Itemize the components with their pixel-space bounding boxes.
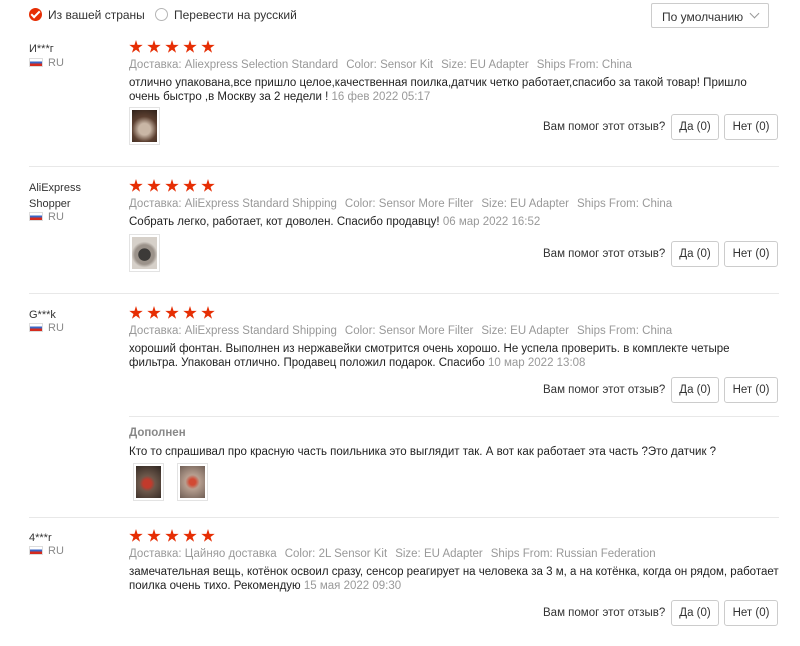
- rating-stars: [129, 306, 219, 320]
- review-meta: Доставка: AliExpress Standard Shipping Co…: [129, 325, 680, 337]
- helpful-yes-button[interactable]: Да (0): [671, 377, 719, 403]
- star-icon: [165, 179, 179, 192]
- rating-stars: [129, 179, 219, 193]
- helpful-question: Вам помог этот отзыв?: [543, 384, 666, 396]
- flag-ru-icon: [29, 58, 43, 67]
- review-text: Собрать легко, работает, кот доволен. Сп…: [129, 216, 541, 228]
- review-text: отлично упакована,все пришло целое,качес…: [129, 77, 747, 103]
- star-icon: [183, 529, 197, 542]
- helpful-question: Вам помог этот отзыв?: [543, 121, 666, 133]
- flag-ru-icon: [29, 323, 43, 332]
- ships-from: Ships From: China: [576, 325, 673, 337]
- star-icon: [201, 306, 215, 319]
- product-color: Color: Sensor More Filter: [344, 325, 474, 337]
- star-icon: [165, 306, 179, 319]
- shipping-method: Доставка: Цайняо доставка: [129, 548, 277, 560]
- star-icon: [183, 306, 197, 319]
- star-icon: [147, 40, 161, 53]
- review-country: RU: [29, 57, 64, 69]
- review-photo[interactable]: [177, 463, 208, 501]
- shipping-method: Доставка: AliExpress Standard Shipping: [129, 198, 337, 210]
- review-meta: Доставка: Цайняо доставка Color: 2L Senso…: [129, 548, 664, 560]
- shipping-method: Доставка: AliExpress Standard Shipping: [129, 325, 337, 337]
- product-size: Size: EU Adapter: [481, 325, 569, 337]
- review-divider: [29, 517, 779, 518]
- review-user: G***k: [29, 309, 56, 321]
- review-photo[interactable]: [129, 234, 160, 272]
- helpful-no-button[interactable]: Нет (0): [724, 377, 778, 403]
- review-country: RU: [29, 322, 64, 334]
- star-icon: [129, 40, 143, 53]
- helpful-no-button[interactable]: Нет (0): [724, 114, 778, 140]
- helpful-no-button[interactable]: Нет (0): [724, 241, 778, 267]
- star-icon: [147, 306, 161, 319]
- helpful-question: Вам помог этот отзыв?: [543, 248, 666, 260]
- rating-stars: [129, 40, 219, 54]
- review-date: 16 фев 2022 05:17: [331, 91, 431, 103]
- product-color: Color: Sensor More Filter: [344, 198, 474, 210]
- star-icon: [183, 40, 197, 53]
- helpful-no-button[interactable]: Нет (0): [724, 600, 778, 626]
- review-country: RU: [29, 545, 64, 557]
- star-icon: [165, 40, 179, 53]
- review-photo[interactable]: [129, 107, 160, 145]
- product-size: Size: EU Adapter: [395, 548, 483, 560]
- product-color: Color: 2L Sensor Kit: [284, 548, 388, 560]
- checkbox-checked-icon[interactable]: [29, 8, 42, 21]
- review-user: И***г: [29, 43, 54, 55]
- star-icon: [201, 40, 215, 53]
- star-icon: [147, 529, 161, 542]
- review-date: 15 мая 2022 09:30: [303, 580, 402, 592]
- star-icon: [147, 179, 161, 192]
- rating-stars: [129, 529, 219, 543]
- ships-from: Ships From: China: [576, 198, 673, 210]
- addition-label: Дополнен: [129, 427, 186, 439]
- review-user: 4***r: [29, 532, 52, 544]
- review-photo[interactable]: [133, 463, 164, 501]
- addition-divider: [129, 416, 779, 417]
- review-divider: [29, 166, 779, 167]
- star-icon: [183, 179, 197, 192]
- from-country-filter-label[interactable]: Из вашей страны: [48, 8, 145, 22]
- sort-dropdown[interactable]: По умолчанию: [651, 3, 769, 28]
- star-icon: [201, 529, 215, 542]
- ships-from: Ships From: China: [536, 59, 632, 71]
- review-divider: [29, 293, 779, 294]
- star-icon: [129, 306, 143, 319]
- product-color: Color: Sensor Kit: [346, 59, 434, 71]
- flag-ru-icon: [29, 212, 43, 221]
- review-text: замечательная вещь, котёнок освоил сразу…: [129, 566, 779, 592]
- star-icon: [129, 529, 143, 542]
- review-user: AliExpress Shopper: [29, 182, 81, 210]
- translate-filter-label[interactable]: Перевести на русский: [174, 8, 297, 22]
- helpful-yes-button[interactable]: Да (0): [671, 600, 719, 626]
- review-meta: Доставка: AliExpress Standard Shipping Co…: [129, 198, 680, 210]
- star-icon: [165, 529, 179, 542]
- helpful-question: Вам помог этот отзыв?: [543, 607, 666, 619]
- review-meta: Доставка: Aliexpress Selection Standard C…: [129, 59, 640, 71]
- helpful-yes-button[interactable]: Да (0): [671, 241, 719, 267]
- product-size: Size: EU Adapter: [481, 198, 569, 210]
- review-date: 06 мар 2022 16:52: [442, 216, 541, 228]
- star-icon: [129, 179, 143, 192]
- shipping-method: Доставка: Aliexpress Selection Standard: [129, 59, 339, 71]
- helpful-yes-button[interactable]: Да (0): [671, 114, 719, 140]
- sort-selected-value: По умолчанию: [662, 10, 744, 24]
- checkbox-empty-icon[interactable]: [155, 8, 168, 21]
- filters-bar: Из вашей страны Перевести на русский По …: [0, 0, 800, 30]
- review-text: хороший фонтан. Выполнен из нержавейки с…: [129, 343, 730, 369]
- review-country: RU: [29, 211, 64, 223]
- ships-from: Ships From: Russian Federation: [490, 548, 656, 560]
- chevron-down-icon: [749, 8, 760, 19]
- product-size: Size: EU Adapter: [441, 59, 529, 71]
- review-date: 10 мар 2022 13:08: [488, 357, 586, 369]
- addition-text: Кто то спрашивал про красную часть поиль…: [129, 446, 717, 458]
- flag-ru-icon: [29, 546, 43, 555]
- star-icon: [201, 179, 215, 192]
